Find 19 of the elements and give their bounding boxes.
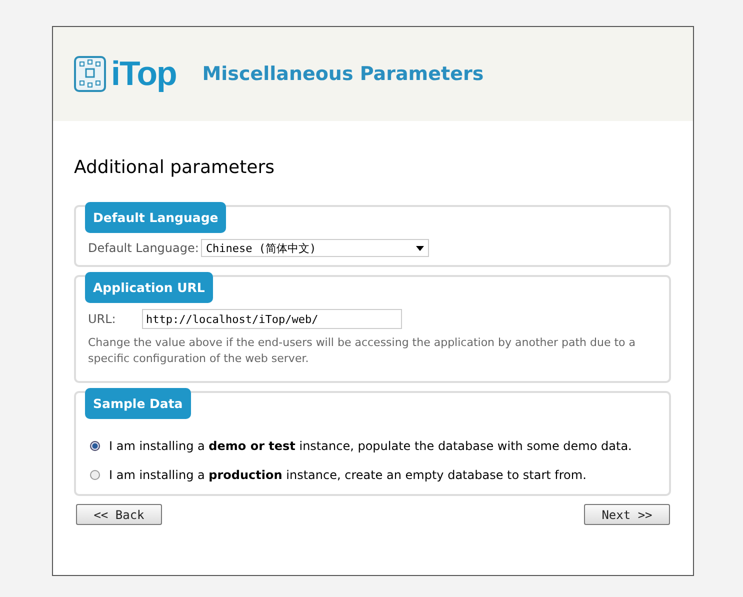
option-label: I am installing a production instance, create an empty database to start from. <box>109 468 586 482</box>
dropdown-caret-icon <box>416 246 424 250</box>
group-legend: Default Language <box>85 202 226 233</box>
group-legend: Sample Data <box>85 388 191 419</box>
radio-button[interactable] <box>90 470 100 480</box>
logo-text: iTop <box>111 54 176 92</box>
help-text: Change the value above if the end-users will be accessing the application by another path due to a specific configuration of the web server. <box>88 335 637 367</box>
radio-button[interactable] <box>90 441 100 451</box>
logo-icon <box>73 55 107 93</box>
section-heading: Additional parameters <box>74 157 276 178</box>
group-legend: Application URL <box>85 272 213 303</box>
page-title: Miscellaneous Parameters <box>202 63 484 85</box>
field-label: Default Language: <box>88 241 199 255</box>
next-button[interactable]: Next >> <box>584 504 670 525</box>
field-label: URL: <box>88 312 117 326</box>
url-field[interactable]: http://localhost/iTop/web/ <box>142 309 402 329</box>
language-select[interactable]: Chinese (简体中文) <box>200 239 429 257</box>
option-label: I am installing a demo or test instance, populate the database with some demo data. <box>109 439 632 453</box>
back-button[interactable]: << Back <box>76 504 162 525</box>
